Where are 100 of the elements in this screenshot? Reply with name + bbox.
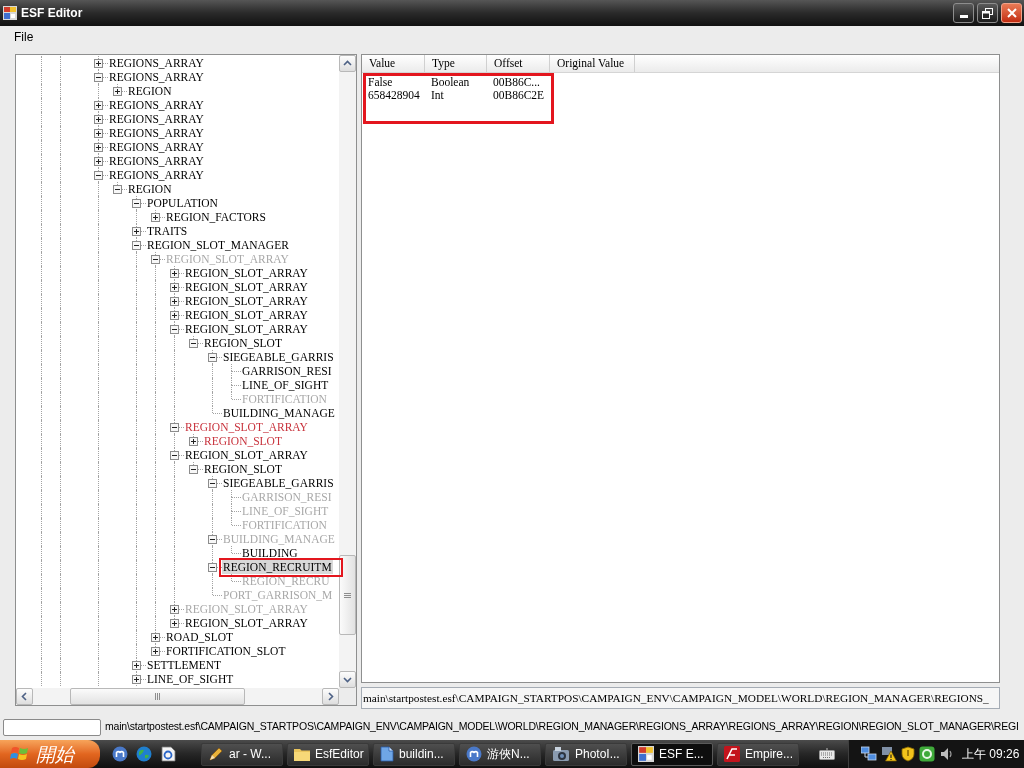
input-field[interactable]	[3, 718, 101, 736]
quick-launch-button[interactable]	[159, 745, 177, 763]
taskbar-button[interactable]: PhotoI...	[545, 742, 627, 766]
tree-item[interactable]: REGION_SLOT_ARRAY	[184, 308, 309, 322]
quick-launch-button[interactable]	[111, 745, 129, 763]
collapse-icon[interactable]	[208, 353, 217, 362]
tree-item[interactable]: REGION_SLOT_ARRAY	[184, 266, 309, 280]
expand-icon[interactable]	[94, 129, 103, 138]
tree-item[interactable]: REGION_SLOT_ARRAY	[184, 322, 309, 336]
shield-icon[interactable]	[901, 746, 915, 762]
collapse-icon[interactable]	[132, 241, 141, 250]
expand-icon[interactable]	[170, 269, 179, 278]
collapse-icon[interactable]	[208, 563, 217, 572]
tree-item[interactable]: REGIONS_ARRAY	[108, 154, 205, 168]
expand-icon[interactable]	[132, 675, 141, 684]
collapse-icon[interactable]	[189, 465, 198, 474]
expand-icon[interactable]	[170, 619, 179, 628]
expand-icon[interactable]	[151, 213, 160, 222]
tree-item[interactable]: REGION_SLOT_ARRAY	[184, 280, 309, 294]
tree-item[interactable]: BUILDING	[241, 546, 299, 560]
expand-icon[interactable]	[151, 633, 160, 642]
column-header[interactable]: Offset	[487, 55, 550, 72]
tree-item[interactable]: REGION	[127, 182, 173, 196]
tree-item[interactable]: REGION_SLOT	[203, 434, 283, 448]
expand-icon[interactable]	[94, 59, 103, 68]
expand-icon[interactable]	[170, 283, 179, 292]
taskbar-button[interactable]: buildin...	[373, 742, 455, 766]
collapse-icon[interactable]	[94, 171, 103, 180]
expand-icon[interactable]	[94, 115, 103, 124]
tree-item[interactable]: GARRISON_RESI	[241, 364, 333, 378]
tree-item[interactable]: REGIONS_ARRAY	[108, 70, 205, 84]
tree-item[interactable]: FORTIFICATION_SLOT	[165, 644, 287, 658]
collapse-icon[interactable]	[208, 535, 217, 544]
expand-icon[interactable]	[94, 143, 103, 152]
tree-item[interactable]: BUILDING_MANAGE	[222, 406, 336, 420]
collapse-icon[interactable]	[170, 423, 179, 432]
tree-item[interactable]: REGION_SLOT	[203, 462, 283, 476]
path-field[interactable]: main\startpostest.esf\CAMPAIGN_STARTPOS\CAMPAIGN_ENV\CAMPAIGN_MODEL\WORLD\REGION_MANAGER\REGIONS_	[361, 687, 1000, 709]
taskbar-button[interactable]: EsfEditor	[287, 742, 369, 766]
tree-item[interactable]: REGION_SLOT_ARRAY	[184, 294, 309, 308]
quick-launch-button[interactable]	[135, 745, 153, 763]
scroll-right-button[interactable]	[322, 688, 339, 705]
column-header[interactable]: Value	[362, 55, 425, 72]
expand-icon[interactable]	[189, 437, 198, 446]
taskbar-button[interactable]: Empire...	[717, 742, 799, 766]
close-button[interactable]	[1001, 3, 1022, 23]
tree-item[interactable]: LINE_OF_SIGHT	[146, 672, 235, 686]
keyboard-icon[interactable]	[819, 748, 835, 760]
network-icon[interactable]	[861, 746, 877, 762]
tree-item[interactable]: POPULATION	[146, 196, 219, 210]
expand-icon[interactable]	[170, 311, 179, 320]
collapse-icon[interactable]	[189, 339, 198, 348]
horizontal-scrollbar[interactable]	[16, 688, 339, 705]
expand-icon[interactable]	[94, 101, 103, 110]
warning-icon[interactable]	[881, 746, 897, 762]
expand-icon[interactable]	[94, 157, 103, 166]
collapse-icon[interactable]	[170, 451, 179, 460]
tree-item[interactable]: REGION_SLOT_MANAGER	[146, 238, 290, 252]
tree-item[interactable]: REGION_SLOT_ARRAY	[184, 616, 309, 630]
tree-item[interactable]: ROAD_SLOT	[165, 630, 235, 644]
expand-icon[interactable]	[132, 661, 141, 670]
start-button[interactable]: 開始	[0, 740, 100, 768]
collapse-icon[interactable]	[132, 199, 141, 208]
tree-item[interactable]: SIEGEABLE_GARRIS	[222, 350, 335, 364]
tree-item[interactable]: TRAITS	[146, 224, 189, 238]
restore-button[interactable]	[977, 3, 998, 23]
minimize-button[interactable]	[953, 3, 974, 23]
tree-item[interactable]: REGIONS_ARRAY	[108, 168, 205, 182]
vertical-scrollbar[interactable]	[339, 55, 356, 688]
expand-icon[interactable]	[170, 605, 179, 614]
collapse-icon[interactable]	[208, 479, 217, 488]
collapse-icon[interactable]	[170, 325, 179, 334]
tree-item[interactable]: SETTLEMENT	[146, 658, 223, 672]
collapse-icon[interactable]	[113, 185, 122, 194]
expand-icon[interactable]	[170, 297, 179, 306]
sound-icon[interactable]	[939, 746, 953, 762]
tree-item[interactable]: REGIONS_ARRAY	[108, 112, 205, 126]
scroll-down-button[interactable]	[339, 671, 356, 688]
tree-item[interactable]: REGIONS_ARRAY	[108, 140, 205, 154]
tree-item[interactable]: REGIONS_ARRAY	[108, 56, 205, 70]
expand-icon[interactable]	[113, 87, 122, 96]
collapse-icon[interactable]	[151, 255, 160, 264]
scroll-left-button[interactable]	[16, 688, 33, 705]
taskbar-button[interactable]: 游俠N...	[459, 742, 541, 766]
tree-item[interactable]: REGION	[127, 84, 173, 98]
tree-item[interactable]: LINE_OF_SIGHT	[241, 378, 330, 392]
tree-item[interactable]: REGION_SLOT_ARRAY	[184, 420, 309, 434]
column-header[interactable]: Original Value	[550, 55, 635, 72]
tree-item[interactable]: REGIONS_ARRAY	[108, 98, 205, 112]
menu-item[interactable]: File	[8, 29, 40, 45]
tree-item[interactable]: REGION_RECRUITM	[222, 560, 333, 574]
tree-item[interactable]: REGION_SLOT	[203, 336, 283, 350]
tree-item[interactable]: REGION_FACTORS	[165, 210, 267, 224]
scrollbar-thumb[interactable]	[70, 688, 245, 705]
taskbar-button[interactable]: ar - W...	[201, 742, 283, 766]
tree-item[interactable]: SIEGEABLE_GARRIS	[222, 476, 335, 490]
column-header[interactable]: Type	[425, 55, 487, 72]
scroll-up-button[interactable]	[339, 55, 356, 72]
square-app-icon[interactable]	[919, 746, 935, 762]
taskbar-button[interactable]: ESF E...	[631, 742, 713, 766]
